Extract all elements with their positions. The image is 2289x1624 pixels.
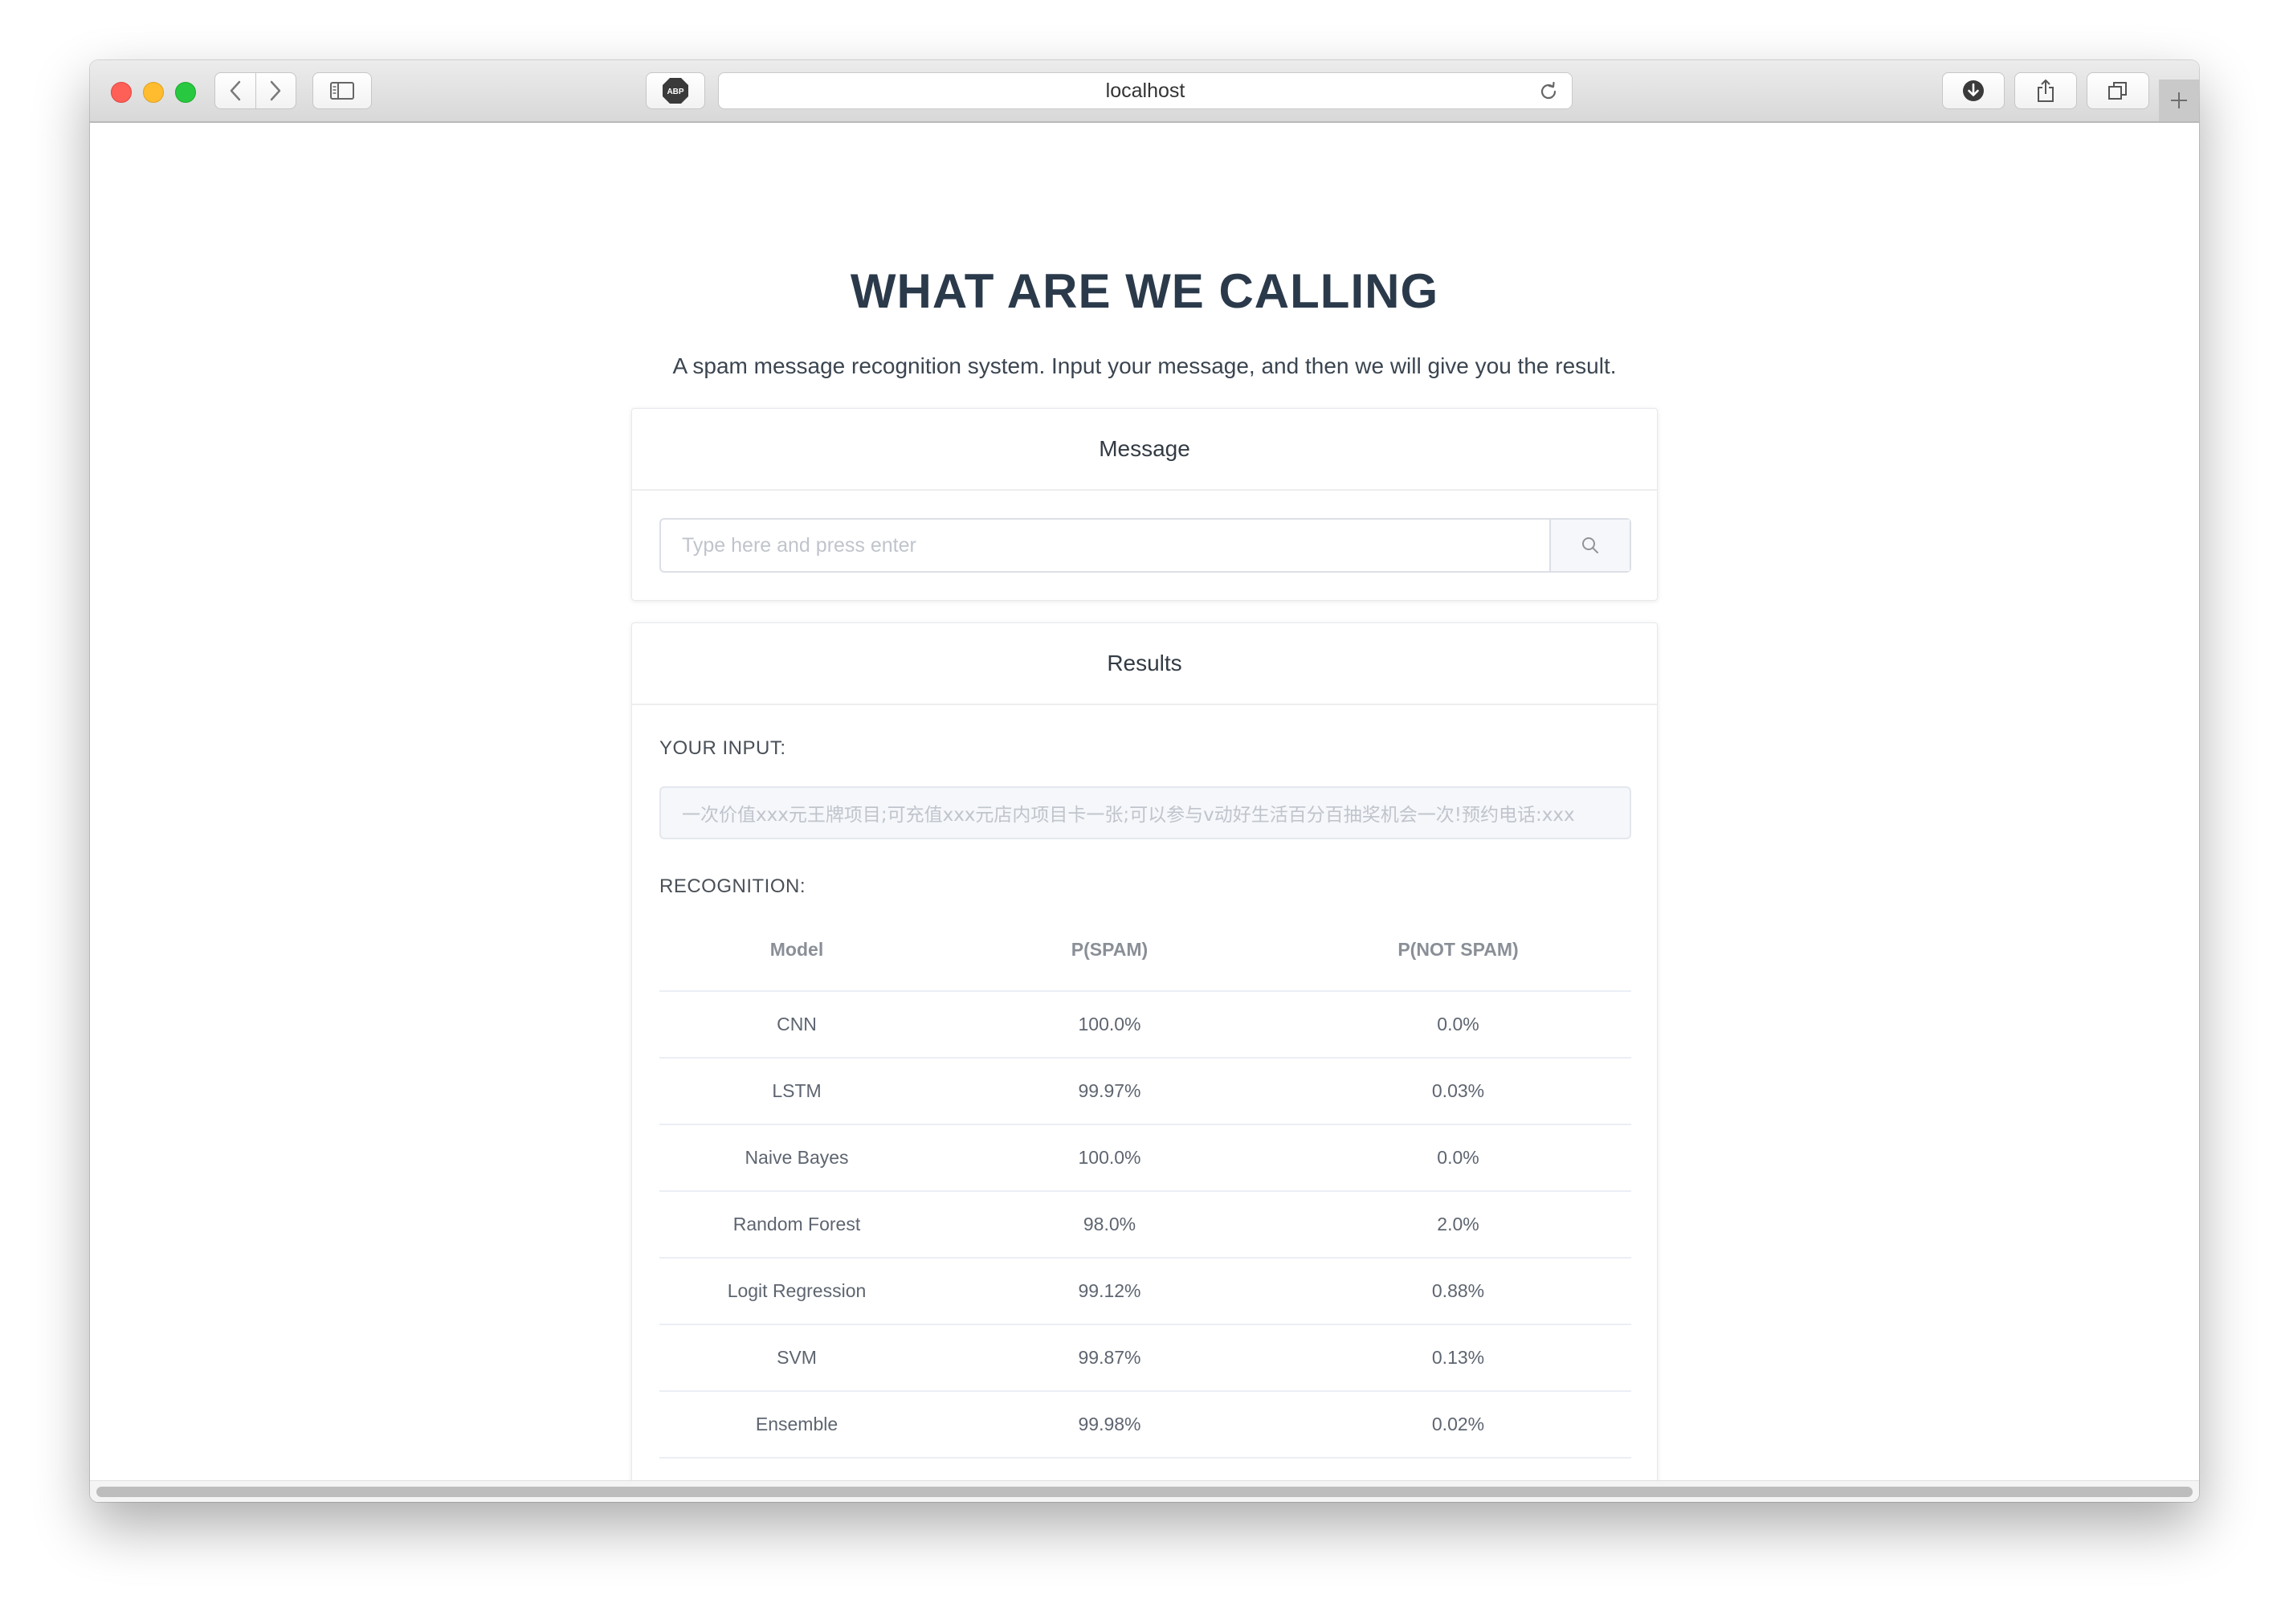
your-input-field: 一次价值xxx元王牌项目;可充值xxx元店内项目卡一张;可以参与v动好生活百分百…	[659, 786, 1631, 839]
page-content: WHAT ARE WE CALLING A spam message recog…	[90, 123, 2199, 1502]
your-input-label: YOUR INPUT:	[659, 737, 786, 759]
model-cell: CNN	[659, 991, 934, 1059]
page-title: WHAT ARE WE CALLING	[850, 264, 1439, 318]
back-button[interactable]	[215, 73, 255, 108]
minimize-window-button[interactable]	[143, 82, 164, 103]
message-input[interactable]	[661, 520, 1549, 571]
spam-prob-cell: 99.12%	[934, 1258, 1285, 1325]
not-spam-prob-cell: 0.88%	[1285, 1258, 1631, 1325]
column-header-spam: P(SPAM)	[934, 908, 1285, 992]
search-button[interactable]	[1549, 520, 1630, 571]
reload-icon[interactable]	[1538, 81, 1559, 102]
close-window-button[interactable]	[111, 82, 132, 103]
spam-prob-cell: 99.97%	[934, 1058, 1285, 1125]
table-row: LSTM 99.97% 0.03%	[659, 1058, 1631, 1125]
results-card: Results YOUR INPUT: 一次价值xxx元王牌项目;可充值xxx元…	[631, 622, 1658, 1502]
table-row: Random Forest 98.0% 2.0%	[659, 1191, 1631, 1259]
downloads-button[interactable]	[1942, 72, 2005, 109]
model-cell: Random Forest	[659, 1191, 934, 1259]
recognition-table: Model P(SPAM) P(NOT SPAM) CNN 100.0% 0.0…	[659, 908, 1631, 1459]
message-search-group	[659, 518, 1631, 573]
not-spam-prob-cell: 0.13%	[1285, 1324, 1631, 1392]
spam-prob-cell: 100.0%	[934, 1124, 1285, 1192]
table-header-row: Model P(SPAM) P(NOT SPAM)	[659, 908, 1631, 992]
sidebar-icon	[330, 82, 354, 100]
forward-button[interactable]	[255, 73, 296, 108]
download-icon	[1963, 80, 1984, 101]
share-icon	[2038, 80, 2054, 102]
table-row: CNN 100.0% 0.0%	[659, 991, 1631, 1059]
model-cell: Ensemble	[659, 1391, 934, 1459]
not-spam-prob-cell: 2.0%	[1285, 1191, 1631, 1259]
model-cell: SVM	[659, 1324, 934, 1392]
sidebar-toggle-button[interactable]	[312, 72, 372, 109]
plus-icon	[2171, 92, 2187, 108]
not-spam-prob-cell: 0.03%	[1285, 1058, 1631, 1125]
not-spam-prob-cell: 0.02%	[1285, 1391, 1631, 1459]
not-spam-prob-cell: 0.0%	[1285, 991, 1631, 1059]
tabs-icon	[2108, 82, 2127, 100]
message-card-header: Message	[632, 409, 1657, 491]
your-input-value: 一次价值xxx元王牌项目;可充值xxx元店内项目卡一张;可以参与v动好生活百分百…	[682, 805, 1575, 826]
spam-prob-cell: 100.0%	[934, 991, 1285, 1059]
horizontal-scrollbar[interactable]	[90, 1480, 2199, 1502]
chevron-right-icon	[271, 80, 281, 101]
address-text: localhost	[1105, 79, 1185, 102]
table-row: Logit Regression 99.12% 0.88%	[659, 1258, 1631, 1325]
search-icon	[1582, 537, 1598, 553]
recognition-label: RECOGNITION:	[659, 875, 806, 897]
browser-window: ABP localhost WHAT ARE WE CALLING A spam…	[90, 60, 2199, 1502]
address-bar[interactable]: localhost	[718, 72, 1573, 109]
adblock-icon: ABP	[663, 78, 688, 104]
chevron-left-icon	[230, 80, 240, 101]
history-nav	[214, 72, 296, 109]
message-card: Message	[631, 408, 1658, 601]
page-subtitle: A spam message recognition system. Input…	[672, 353, 1617, 378]
model-cell: LSTM	[659, 1058, 934, 1125]
browser-toolbar: ABP localhost	[90, 60, 2199, 123]
column-header-not-spam: P(NOT SPAM)	[1285, 908, 1631, 992]
model-cell: Naive Bayes	[659, 1124, 934, 1192]
svg-text:ABP: ABP	[667, 88, 683, 96]
scrollbar-thumb[interactable]	[96, 1487, 2193, 1497]
share-button[interactable]	[2014, 72, 2077, 109]
tabs-overview-button[interactable]	[2087, 72, 2149, 109]
spam-prob-cell: 98.0%	[934, 1191, 1285, 1259]
spam-prob-cell: 99.87%	[934, 1324, 1285, 1392]
table-row: SVM 99.87% 0.13%	[659, 1324, 1631, 1392]
results-card-header: Results	[632, 623, 1657, 705]
model-cell: Logit Regression	[659, 1258, 934, 1325]
table-row: Naive Bayes 100.0% 0.0%	[659, 1124, 1631, 1192]
not-spam-prob-cell: 0.0%	[1285, 1124, 1631, 1192]
spam-prob-cell: 99.98%	[934, 1391, 1285, 1459]
adblock-button[interactable]: ABP	[646, 72, 705, 109]
table-row: Ensemble 99.98% 0.02%	[659, 1391, 1631, 1459]
column-header-model: Model	[659, 908, 934, 992]
zoom-window-button[interactable]	[175, 82, 196, 103]
new-tab-button[interactable]	[2159, 80, 2199, 121]
